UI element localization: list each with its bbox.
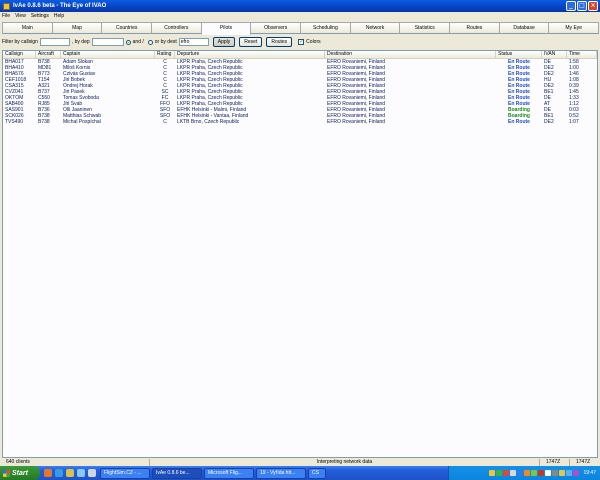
- and-radio-label: and /: [132, 39, 144, 45]
- tray-icon-8[interactable]: [538, 470, 545, 476]
- table-row[interactable]: TVS490 B738 Michal Pospíchal C LKTB Brno, Cz…: [3, 119, 597, 125]
- close-button[interactable]: ×: [588, 1, 598, 11]
- menu-view[interactable]: View: [15, 13, 26, 19]
- column-header-rating[interactable]: Rating: [155, 51, 175, 58]
- tray-icon-6[interactable]: [524, 470, 531, 476]
- tab-observers[interactable]: Observers: [250, 22, 302, 34]
- menu-file[interactable]: File: [2, 13, 10, 19]
- column-header-destination[interactable]: Destination: [325, 51, 496, 58]
- tray-icon-10[interactable]: [552, 470, 559, 476]
- dep-filter-input[interactable]: [91, 38, 124, 46]
- tray-icon-4[interactable]: [510, 470, 517, 476]
- system-tray: 19:47: [448, 466, 600, 480]
- taskbar-item-flightsim[interactable]: FlightSim.CZ - ...: [100, 467, 150, 479]
- table-body: BHA017 B738 Adam Slokan C LKPR Praha, Czech …: [3, 59, 597, 125]
- column-header-ivan[interactable]: IVAN: [542, 51, 567, 58]
- tab-controllers[interactable]: Controllers: [151, 22, 202, 34]
- app-icon: [3, 2, 10, 10]
- tray-icon-7[interactable]: [531, 470, 538, 476]
- column-header-aircraft[interactable]: Aircraft: [36, 51, 61, 58]
- routes-button[interactable]: Routes: [266, 37, 293, 47]
- column-header-captain[interactable]: Captain: [61, 51, 155, 58]
- taskbar-item-cs[interactable]: CS: [308, 467, 326, 479]
- title-bar: IvAe 0.8.6 beta - The Eye of IVAO _ □ ×: [0, 0, 600, 12]
- tab-database[interactable]: Database: [498, 22, 550, 34]
- dest-filter-input[interactable]: [178, 38, 209, 46]
- client-count: 640 clients: [0, 459, 150, 466]
- tab-network[interactable]: Network: [349, 22, 401, 34]
- tray-icon-2[interactable]: [496, 470, 503, 476]
- quick-launch: [44, 469, 96, 477]
- dep-filter-label: , by dep: [71, 39, 90, 45]
- cell-captain: Michal Pospíchal: [63, 119, 101, 125]
- reset-button[interactable]: Reset: [239, 37, 263, 47]
- windows-logo-icon: [3, 469, 10, 477]
- cell-callsign: TVS490: [5, 119, 24, 125]
- tab-statistics[interactable]: Statistics: [399, 22, 451, 34]
- tab-strip: Main Map Countries Controllers Pilots Ob…: [2, 22, 600, 35]
- taskbar-item-flight-simulator[interactable]: Microsoft Flig...: [204, 467, 254, 479]
- start-label: Start: [12, 469, 28, 477]
- minimize-button[interactable]: _: [566, 1, 576, 11]
- cell-rating: C: [163, 119, 167, 125]
- or-radio[interactable]: [147, 39, 153, 45]
- tray-icon-9[interactable]: [545, 470, 552, 476]
- table-header: Callsign Aircraft Captain Rating Departu…: [3, 51, 597, 59]
- taskbar: Start FlightSim.CZ - ... IvAe 0.8.6 be..…: [0, 466, 600, 480]
- cell-aircraft: B738: [38, 119, 50, 125]
- show-desktop-icon[interactable]: [77, 469, 85, 477]
- status-message: Interpreting network data: [150, 459, 540, 466]
- callsign-filter-input[interactable]: [39, 38, 70, 46]
- tray-icon-12[interactable]: [566, 470, 573, 476]
- tray-icon-1[interactable]: [489, 470, 496, 476]
- tab-my-eye[interactable]: My Eye: [548, 22, 600, 34]
- column-header-callsign[interactable]: Callsign: [3, 51, 36, 58]
- menu-bar: File View Settings Help: [0, 12, 600, 20]
- cell-time: 1:07: [569, 119, 579, 125]
- and-radio[interactable]: [125, 39, 131, 45]
- taskbar-item-browser[interactable]: 19 - Vyřída htt...: [256, 467, 306, 479]
- folder-icon[interactable]: [66, 469, 74, 477]
- callsign-filter-label: Filter by callsign: [2, 39, 38, 45]
- tray-icon-3[interactable]: [503, 470, 510, 476]
- tab-scheduling[interactable]: Scheduling: [300, 22, 351, 34]
- cell-status: En Route: [508, 119, 530, 125]
- tray-icon-5[interactable]: [517, 470, 524, 476]
- ie-icon[interactable]: [55, 469, 63, 477]
- tab-countries[interactable]: Countries: [101, 22, 153, 34]
- taskbar-item-ivae[interactable]: IvAe 0.8.6 be...: [152, 467, 202, 479]
- menu-settings[interactable]: Settings: [31, 13, 49, 19]
- status-time-2: 1747Z: [576, 459, 591, 465]
- tab-pilots[interactable]: Pilots: [200, 22, 252, 35]
- app-quicklaunch-icon[interactable]: [88, 469, 96, 477]
- window-title: IvAe 0.8.6 beta - The Eye of IVAO: [13, 3, 107, 9]
- colors-checkbox[interactable]: ✓: [298, 39, 305, 45]
- maximize-button[interactable]: □: [577, 1, 587, 11]
- tab-map[interactable]: Map: [51, 22, 103, 34]
- start-button[interactable]: Start: [0, 466, 40, 480]
- column-header-departure[interactable]: Departure: [175, 51, 325, 58]
- clock[interactable]: 19:47: [583, 470, 596, 476]
- tab-routes[interactable]: Routes: [449, 22, 500, 34]
- firefox-icon[interactable]: [44, 469, 52, 477]
- colors-checkbox-label: Colors: [306, 39, 321, 45]
- cell-ivan: DE2: [544, 119, 554, 125]
- menu-help[interactable]: Help: [54, 13, 64, 19]
- cell-destination: EFRO Rovaniemi, Finland: [327, 119, 386, 125]
- tab-main[interactable]: Main: [2, 22, 53, 34]
- or-radio-label: or by dest: [154, 39, 177, 45]
- filter-bar: Filter by callsign , by dep and / or by …: [2, 36, 598, 48]
- apply-button[interactable]: Apply: [212, 37, 236, 47]
- column-header-status[interactable]: Status: [496, 51, 542, 58]
- column-header-time[interactable]: Time: [567, 51, 597, 58]
- cell-departure: LKTB Brno, Czech Republic: [177, 119, 240, 125]
- status-bar: 640 clients Interpreting network data 17…: [0, 459, 600, 466]
- pilots-table: Callsign Aircraft Captain Rating Departu…: [2, 50, 598, 458]
- status-time-1: 1747Z: [540, 459, 570, 466]
- tray-icon-11[interactable]: [559, 470, 566, 476]
- tray-icon-13[interactable]: [573, 470, 580, 476]
